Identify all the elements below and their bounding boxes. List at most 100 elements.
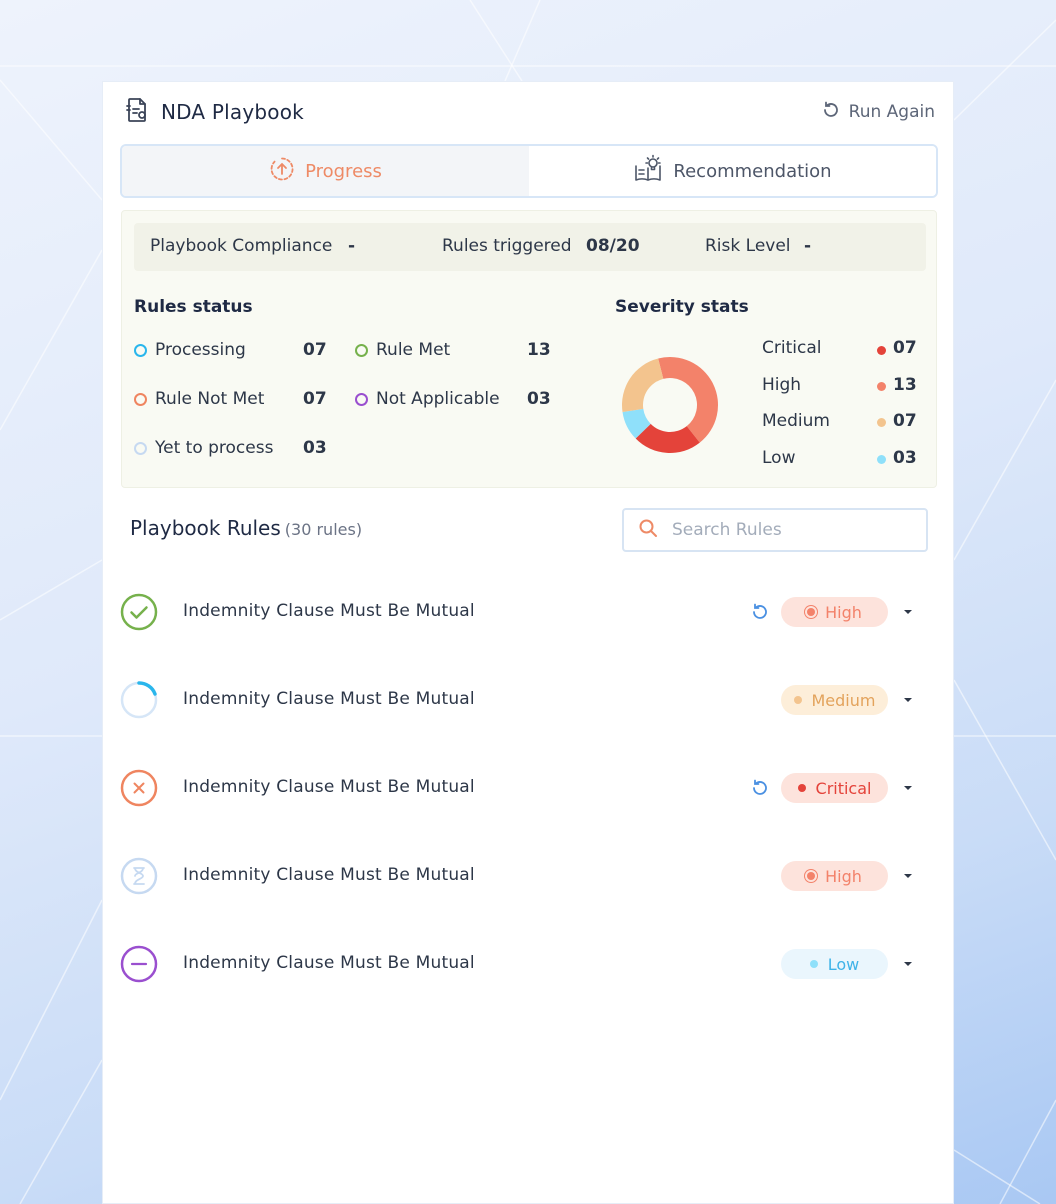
severity-count: 03 — [893, 448, 917, 468]
rule-row[interactable]: Indemnity Clause Must Be Mutual High — [120, 851, 920, 901]
status-not-applicable: Not Applicable — [355, 389, 500, 409]
rule-status-not-applicable-icon — [120, 945, 158, 983]
status-count: 03 — [303, 438, 327, 458]
refresh-icon — [821, 100, 841, 125]
stats-card: Playbook Compliance - Rules triggered 08… — [121, 210, 937, 488]
severity-badge-dot — [807, 608, 816, 616]
status-yet-to-process: Yet to process — [134, 438, 273, 458]
rule-row[interactable]: Indemnity Clause Must Be Mutual Medium — [120, 675, 920, 725]
compliance-label: Playbook Compliance — [150, 236, 333, 256]
severity-stats-title: Severity stats — [615, 297, 749, 317]
chevron-down-icon[interactable] — [901, 778, 915, 798]
rule-row[interactable]: Indemnity Clause Must Be Mutual Critical — [120, 763, 920, 813]
summary-bar: Playbook Compliance - Rules triggered 08… — [134, 223, 926, 271]
search-icon — [638, 518, 658, 542]
severity-label: Critical — [762, 338, 822, 358]
playbook-panel: NDA Playbook Run Again Progress Recommen… — [102, 81, 954, 1204]
rules-triggered-label: Rules triggered — [442, 236, 572, 256]
severity-dot — [877, 418, 886, 427]
panel-header: NDA Playbook Run Again — [125, 98, 935, 126]
severity-badge-dot — [797, 784, 806, 792]
status-label: Not Applicable — [376, 389, 500, 409]
severity-badge: High — [781, 597, 888, 627]
status-count: 07 — [303, 340, 327, 360]
progress-up-icon — [269, 156, 295, 187]
severity-badge-dot — [807, 872, 816, 880]
severity-count: 07 — [893, 411, 917, 431]
rule-text: Indemnity Clause Must Be Mutual — [183, 777, 475, 797]
chevron-down-icon[interactable] — [901, 690, 915, 710]
status-rule-met: Rule Met — [355, 340, 450, 360]
rules-count: (30 rules) — [284, 520, 363, 539]
run-again-label: Run Again — [848, 102, 935, 122]
tab-recommendation-label: Recommendation — [673, 160, 832, 182]
chevron-down-icon[interactable] — [901, 602, 915, 622]
status-label: Processing — [155, 340, 246, 360]
tab-recommendation[interactable]: Recommendation — [529, 146, 936, 196]
severity-badge-label: Critical — [815, 778, 872, 798]
chevron-down-icon[interactable] — [901, 866, 915, 886]
status-label: Rule Met — [376, 340, 451, 360]
status-count: 07 — [303, 389, 327, 409]
compliance-value: - — [348, 236, 356, 256]
status-rule-not-met: Rule Not Met — [134, 389, 264, 409]
severity-badge-label: High — [825, 602, 862, 622]
tab-bar: Progress Recommendation — [120, 144, 938, 198]
severity-dot — [877, 346, 886, 355]
playbook-rules-title: Playbook Rules — [130, 516, 281, 540]
rule-row[interactable]: Indemnity Clause Must Be Mutual High — [120, 587, 920, 637]
rule-status-not-met-icon — [120, 769, 158, 807]
yet-to-process-dot — [134, 441, 147, 455]
rule-text: Indemnity Clause Must Be Mutual — [183, 865, 475, 885]
risk-level-label: Risk Level — [705, 236, 791, 256]
status-label: Yet to process — [155, 438, 274, 458]
risk-level-value: - — [804, 236, 812, 256]
status-count: 13 — [527, 340, 551, 360]
rule-not-met-dot — [134, 392, 147, 406]
rule-text: Indemnity Clause Must Be Mutual — [183, 689, 475, 709]
severity-label: Medium — [762, 411, 830, 431]
severity-badge: High — [781, 861, 888, 891]
severity-badge: Critical — [781, 773, 888, 803]
tab-progress-label: Progress — [305, 160, 382, 182]
rule-status-met-icon — [120, 593, 158, 631]
status-count: 03 — [527, 389, 551, 409]
severity-badge-dot — [793, 696, 802, 704]
rule-status-processing-icon — [120, 681, 158, 719]
rerun-rule-icon[interactable] — [750, 602, 770, 622]
severity-donut-chart — [622, 357, 718, 453]
rule-text: Indemnity Clause Must Be Mutual — [183, 601, 475, 621]
rule-status-yet-to-process-icon — [120, 857, 158, 895]
status-processing: Processing — [134, 340, 246, 360]
chevron-down-icon[interactable] — [901, 954, 915, 974]
severity-count: 07 — [893, 338, 917, 358]
severity-badge-dot — [809, 960, 818, 968]
rule-row[interactable]: Indemnity Clause Must Be Mutual Low — [120, 939, 920, 989]
severity-dot — [877, 455, 886, 464]
donut-slice-medium — [622, 358, 664, 412]
not-applicable-dot — [355, 392, 368, 406]
severity-count: 13 — [893, 375, 917, 395]
search-input[interactable] — [672, 520, 902, 540]
rule-met-dot — [355, 343, 368, 357]
rules-triggered-value: 08/20 — [586, 236, 640, 256]
playbook-rules-heading: Playbook Rules (30 rules) — [130, 516, 362, 540]
severity-badge-label: High — [825, 866, 862, 886]
playbook-document-icon — [125, 96, 151, 128]
severity-badge-label: Medium — [811, 690, 876, 710]
run-again-button[interactable]: Run Again — [821, 100, 935, 125]
rule-text: Indemnity Clause Must Be Mutual — [183, 953, 475, 973]
severity-badge: Low — [781, 949, 888, 979]
severity-label: Low — [762, 448, 796, 468]
page-title: NDA Playbook — [161, 100, 304, 124]
rules-status-title: Rules status — [134, 297, 253, 317]
severity-badge: Medium — [781, 685, 888, 715]
severity-label: High — [762, 375, 802, 395]
status-label: Rule Not Met — [155, 389, 265, 409]
rerun-rule-icon[interactable] — [750, 778, 770, 798]
search-rules-box[interactable] — [622, 508, 928, 552]
severity-badge-label: Low — [827, 954, 860, 974]
book-idea-icon — [633, 154, 663, 189]
tab-progress[interactable]: Progress — [122, 146, 529, 196]
severity-dot — [877, 382, 886, 391]
